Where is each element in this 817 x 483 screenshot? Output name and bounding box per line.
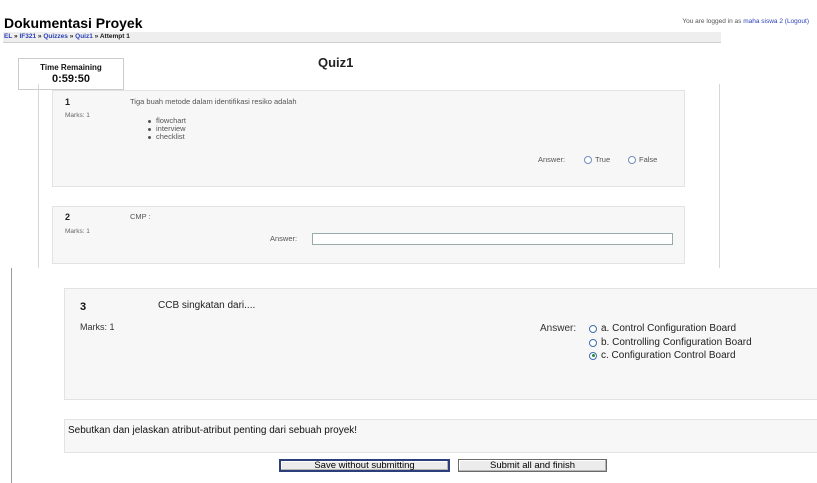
radio-button-icon[interactable]: [589, 338, 597, 347]
radio-label: c. Configuration Control Board: [601, 350, 736, 361]
question-2-text: CMP :: [130, 212, 151, 221]
quiz-title: Quiz1: [318, 55, 354, 70]
breadcrumb-item-course[interactable]: IF321: [19, 33, 36, 40]
radio-option-b[interactable]: b. Controlling Configuration Board: [589, 337, 752, 348]
radio-button-icon[interactable]: [628, 155, 636, 164]
question-1-text: Tiga buah metode dalam identifikasi resi…: [130, 97, 297, 106]
question-1-answer-label: Answer:: [538, 155, 566, 164]
radio-option-true[interactable]: True: [584, 155, 610, 164]
bullet-dot-icon: [148, 119, 151, 123]
radio-selected-icon[interactable]: [589, 351, 597, 360]
question-4-text: Sebutkan dan jelaskan atribut-atribut pe…: [68, 425, 358, 436]
radio-label: b. Controlling Configuration Board: [601, 337, 752, 348]
timer-label: Time Remaining: [40, 63, 102, 72]
login-info: You are logged in as maha siswa 2 (Logou…: [682, 18, 809, 25]
bullet-dot-icon: [148, 127, 151, 131]
question-1-marks: Marks: 1: [65, 112, 90, 119]
question-2-number: 2: [65, 212, 71, 222]
question-3-answer-label: Answer:: [540, 323, 577, 334]
question-2-marks: Marks: 1: [65, 228, 90, 235]
question-1-number: 1: [65, 97, 71, 107]
radio-option-c[interactable]: c. Configuration Control Board: [589, 350, 736, 361]
breadcrumb-item-el[interactable]: EL: [4, 33, 12, 40]
breadcrumb-item-quizzes[interactable]: Quizzes: [43, 33, 68, 40]
user-name-link[interactable]: maha siswa 2: [743, 18, 783, 25]
question-1-bullet: checklist: [148, 132, 185, 141]
breadcrumb-separator: »: [14, 33, 18, 40]
question-3-number: 3: [80, 301, 87, 313]
bullet-text: checklist: [156, 132, 185, 141]
radio-option-false[interactable]: False: [628, 155, 657, 164]
bullet-dot-icon: [148, 135, 151, 139]
question-3-text: CCB singkatan dari....: [158, 300, 256, 311]
breadcrumb: EL » IF321 » Quizzes » Quiz1 » Attempt 1: [4, 33, 130, 40]
breadcrumb-separator: »: [69, 33, 74, 40]
radio-label: a. Control Configuration Board: [601, 323, 737, 334]
breadcrumb-item-quiz[interactable]: Quiz1: [75, 33, 93, 40]
radio-label: True: [595, 155, 611, 164]
logout-link[interactable]: (Logout): [785, 18, 809, 25]
question-2-answer-label: Answer:: [270, 234, 298, 243]
site-title: Dokumentasi Proyek: [4, 15, 143, 31]
breadcrumb-separator: »: [94, 33, 99, 40]
radio-button-icon[interactable]: [584, 155, 592, 164]
breadcrumb-item-attempt: Attempt 1: [99, 33, 130, 40]
radio-option-a[interactable]: a. Control Configuration Board: [589, 323, 736, 334]
login-prefix: You are logged in as: [682, 18, 742, 25]
breadcrumb-separator: »: [37, 33, 42, 40]
submit-all-and-finish-button[interactable]: Submit all and finish: [458, 459, 607, 472]
radio-button-icon[interactable]: [589, 324, 597, 333]
answer-input[interactable]: [312, 233, 673, 245]
radio-label: False: [639, 155, 658, 164]
save-without-submitting-button[interactable]: Save without submitting: [279, 459, 450, 472]
question-3-marks: Marks: 1: [80, 322, 115, 332]
